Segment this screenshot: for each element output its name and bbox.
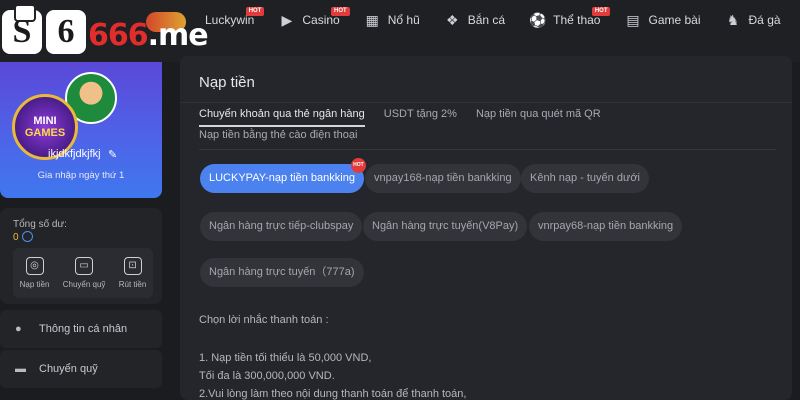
nav-item-1[interactable]: Luckywin HOT [205,2,265,38]
payment-method-3[interactable]: Kênh nạp - tuyến dưới [521,164,649,193]
nav-item-7[interactable]: ♞ Đá gà [725,2,781,38]
payment-method-label: vnrpay68-nạp tiền bankking [538,220,674,232]
payment-method-2[interactable]: vnpay168-nạp tiền bankking [365,164,521,193]
nav-label: Nổ hũ [387,13,420,27]
nav-label: Game bài [648,13,701,27]
deposit-tab-1[interactable]: Chuyển khoản qua thẻ ngân hàng [199,108,365,127]
note-line-2: Tối đa là 300,000,000 VND. [199,370,335,382]
payment-method-6[interactable]: vnrpay68-nạp tiền bankking [529,212,683,241]
payment-method-5[interactable]: Ngân hàng trực tuyến(V8Pay) [363,212,528,241]
payment-method-1[interactable]: LUCKYPAY-nạp tiền bankking HOT [200,158,366,193]
nav-item-4[interactable]: ❖ Bắn cá [444,2,505,38]
page-title: Nạp tiền [199,74,255,91]
rooster-icon: ♞ [726,11,740,28]
username: ikjdkfjdkjfkj [48,148,101,160]
wallet-action-2[interactable]: ▭ Chuyển quỹ [62,257,106,289]
nav-item-2[interactable]: ▶ Casino HOT [278,2,350,38]
dice-icon [14,4,36,22]
notes-title: Chọn lời nhắc thanh toán : [199,314,329,326]
logo-text: 666.me [88,18,209,53]
wallet-action-1[interactable]: ◎ Nạp tiền [19,257,50,289]
note-line-3: 2.Vui lòng làm theo nội dung thanh toán … [199,388,467,400]
deposit-tab-2[interactable]: USDT tặng 2% [384,108,457,127]
cards-icon: ▤ [626,11,640,28]
badge-line2: GAMES [24,127,66,139]
payment-method-4[interactable]: Ngân hàng trực tiếp-clubspay [200,212,363,241]
wallet-action-label: Rút tiền [118,280,147,289]
badge-line1: MINI [33,115,57,127]
payment-method-label: Ngân hàng trực tiếp-clubspay [209,220,354,232]
nav-label: Đá gà [748,13,781,27]
payment-method-label: LUCKYPAY-nạp tiền bankking [209,172,355,184]
payment-method-7[interactable]: Ngân hàng trực tuyến（777a) [200,258,364,287]
balance-label: Tổng số dư: [13,219,67,230]
withdraw-icon: ⊡ [123,257,142,275]
wallet-action-3[interactable]: ⊡ Rút tiền [118,257,147,289]
top-bar: S 6 666.me Luckywin HOT ▶ Casino HOT ▦ Nổ hũ ❖ B… [0,0,800,62]
refresh-balance-icon[interactable] [22,231,33,242]
hot-badge: HOT [350,158,366,173]
main-nav: Luckywin HOT ▶ Casino HOT ▦ Nổ hũ ❖ Bắn cá ⚽ Thể t… [205,0,800,40]
wallet-icon: ▬ [15,363,26,375]
wallet-action-label: Nạp tiền [19,280,50,289]
payment-method-label: Ngân hàng trực tuyến(V8Pay) [372,220,519,232]
side-menu-item-2[interactable]: ▬ Chuyển quỹ [0,350,162,388]
nav-item-3[interactable]: ▦ Nổ hũ [364,2,420,38]
nav-item-6[interactable]: ▤ Game bài [624,2,700,38]
deposit-tab-3[interactable]: Nạp tiền qua quét mã QR [476,108,601,127]
nav-item-5[interactable]: ⚽ Thể thao HOT [529,2,611,38]
side-menu-item-1[interactable]: ● Thông tin cá nhân [0,310,162,348]
side-menu-label: Chuyển quỹ [39,363,98,375]
wallet-action-label: Chuyển quỹ [62,280,106,289]
hot-badge: HOT [331,7,350,16]
logo-letter-6: 6 [46,10,86,54]
deposit-tabs: Chuyển khoản qua thẻ ngân hàng USDT tặng … [199,108,620,127]
title-divider [180,102,792,103]
slot-machine-icon: ▦ [365,11,379,28]
deposit-icon: ◎ [25,257,44,275]
balance-value: 0 [13,232,19,243]
soccer-ball-icon: ⚽ [529,11,547,28]
edit-icon[interactable]: ✎ [108,148,117,161]
user-icon: ● [15,323,22,335]
hot-badge: HOT [591,7,611,16]
side-menu-label: Thông tin cá nhân [39,323,128,335]
hot-badge: HOT [245,7,265,16]
play-icon: ▶ [281,11,293,28]
tabs-divider [199,149,776,150]
note-line-1: 1. Nạp tiền tối thiểu là 50,000 VND, [199,352,372,364]
payment-method-label: Ngân hàng trực tuyến（777a) [209,266,355,278]
payment-method-label: vnpay168-nạp tiền bankking [374,172,512,184]
wallet-actions: ◎ Nạp tiền ▭ Chuyển quỹ ⊡ Rút tiền [13,248,153,298]
fish-icon: ❖ [445,11,459,28]
profile-card: MINI GAMES ikjdkfjdkjfkj ✎ Gia nhập ngày… [0,62,162,198]
nav-label: Bắn cá [467,13,506,27]
tab-phone-card[interactable]: Nạp tiền bằng thẻ cào điện thoại [199,129,357,141]
wallet-icon: ▭ [75,257,94,275]
balance-panel: Tổng số dư: 0 ◎ Nạp tiền ▭ Chuyển quỹ ⊡ Rút t… [0,208,162,304]
site-logo[interactable]: S 6 666.me [2,4,209,60]
joined-text: Gia nhập ngày thứ 1 [37,170,125,181]
deposit-panel: Nạp tiền Chuyển khoản qua thẻ ngân hàng U… [180,56,792,400]
payment-method-label: Kênh nạp - tuyến dưới [530,172,640,184]
